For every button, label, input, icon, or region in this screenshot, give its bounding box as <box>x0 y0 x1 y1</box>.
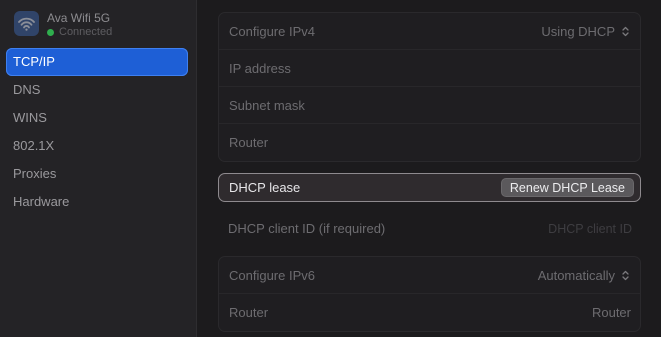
status-dot-icon <box>47 29 54 36</box>
dhcp-lease-label: DHCP lease <box>229 180 301 195</box>
configure-ipv4-select[interactable]: Using DHCP <box>541 24 631 39</box>
ipv6-router-value: Router <box>591 305 631 320</box>
network-name: Ava Wifi 5G <box>47 11 111 25</box>
network-header: Ava Wifi 5G Connected <box>14 11 112 41</box>
configure-ipv4-row: Configure IPv4 Using DHCP <box>219 13 640 50</box>
sidebar-nav: TCP/IP DNS WINS 802.1X Proxies Hardware <box>6 48 188 216</box>
configure-ipv6-label: Configure IPv6 <box>229 267 315 283</box>
updown-chevron-icon <box>622 26 629 36</box>
renew-dhcp-lease-button[interactable]: Renew DHCP Lease <box>500 178 634 197</box>
dhcp-client-id-label: DHCP client ID (if required) <box>228 221 386 236</box>
network-tcpip-settings: Ava Wifi 5G Connected TCP/IP DNS WINS 80… <box>0 0 661 337</box>
updown-chevron-icon <box>622 270 629 280</box>
subnet-mask-label: Subnet mask <box>229 97 305 113</box>
dhcp-lease-row: DHCP lease Renew DHCP Lease <box>218 173 641 202</box>
dhcp-client-id-row: DHCP client ID (if required) DHCP client… <box>218 210 641 247</box>
configure-ipv4-label: Configure IPv4 <box>229 23 315 39</box>
sidebar-item-hardware[interactable]: Hardware <box>6 188 188 216</box>
sidebar-item-wins[interactable]: WINS <box>6 104 188 132</box>
main-panel: Configure IPv4 Using DHCP IP address Sub… <box>198 0 661 337</box>
ipv6-router-label: Router <box>229 305 269 320</box>
configure-ipv6-value: Automatically <box>537 267 615 283</box>
ip-address-row: IP address <box>219 50 640 87</box>
ip-address-label: IP address <box>229 60 291 76</box>
configure-ipv4-value: Using DHCP <box>541 23 615 39</box>
sidebar-item-8021x[interactable]: 802.1X <box>6 132 188 160</box>
subnet-mask-row: Subnet mask <box>219 87 640 124</box>
configure-ipv6-row: Configure IPv6 Automatically <box>219 257 640 294</box>
dhcp-client-id-field[interactable]: DHCP client ID <box>548 222 632 236</box>
sidebar-item-dns[interactable]: DNS <box>6 76 188 104</box>
router-row: Router <box>219 124 640 161</box>
configure-ipv6-select[interactable]: Automatically <box>538 268 631 283</box>
sidebar-item-proxies[interactable]: Proxies <box>6 160 188 188</box>
sidebar-item-tcpip[interactable]: TCP/IP <box>6 48 188 76</box>
connection-status: Connected <box>47 27 112 38</box>
ipv6-router-row: Router Router <box>219 294 640 331</box>
router-label: Router <box>229 135 269 150</box>
connection-status-text: Connected <box>59 26 113 38</box>
wifi-icon <box>14 11 39 36</box>
sidebar: Ava Wifi 5G Connected TCP/IP DNS WINS 80… <box>0 0 197 337</box>
ipv6-group: Configure IPv6 Automatically Router Rout… <box>218 256 641 332</box>
ipv4-group: Configure IPv4 Using DHCP IP address Sub… <box>218 12 641 162</box>
